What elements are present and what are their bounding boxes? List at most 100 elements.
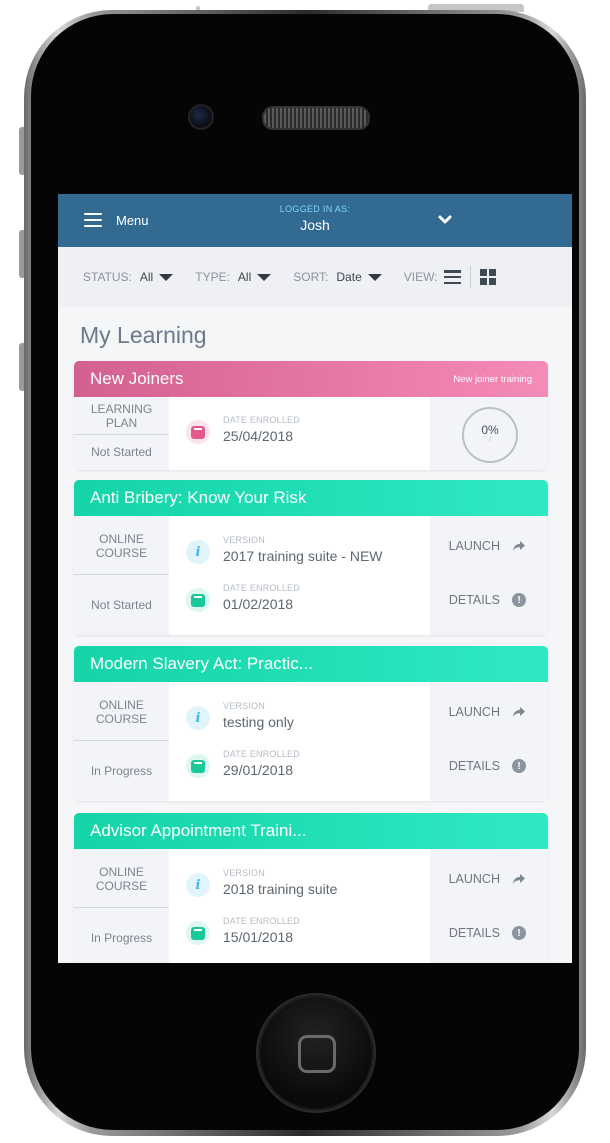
sort-filter[interactable]: SORT: Date	[293, 270, 382, 284]
details-button[interactable]: DETAILS !	[449, 759, 526, 773]
calendar-icon	[186, 420, 210, 444]
version-value: 2018 training suite	[223, 881, 338, 897]
date-caption: DATE ENROLLED	[223, 583, 300, 593]
launch-button[interactable]: LAUNCH	[449, 705, 526, 719]
card-type: ONLINE COURSE	[95, 698, 148, 726]
speaker-grille	[262, 106, 370, 130]
caret-down-icon	[257, 273, 272, 281]
meta-divider	[74, 907, 169, 908]
logged-in-block: LOGGED IN AS: Josh	[58, 204, 572, 233]
meta-divider	[74, 574, 169, 575]
details-button[interactable]: DETAILS !	[449, 926, 526, 940]
card-meta: ONLINE COURSE Not Started	[74, 516, 169, 635]
type-filter-value: All	[237, 270, 252, 284]
question-icon: !	[512, 926, 526, 940]
learning-card: Modern Slavery Act: Practic... ONLINE CO…	[74, 646, 548, 801]
status-filter-value: All	[139, 270, 154, 284]
version-row: i VERSION 2017 training suite - NEW	[186, 535, 383, 564]
card-title-text: Anti Bribery: Know Your Risk	[90, 488, 307, 507]
card-actions	[430, 682, 548, 801]
learning-card: Advisor Appointment Traini... ONLINE COU…	[74, 813, 548, 963]
card-status: Not Started	[91, 445, 152, 459]
date-enrolled-row: DATE ENROLLED 29/01/2018	[186, 749, 300, 778]
share-arrow-icon	[513, 874, 525, 884]
caret-down-icon	[367, 273, 382, 281]
caret-down-icon	[159, 273, 174, 281]
card-status: In Progress	[90, 931, 153, 945]
card-title[interactable]: New Joiners New joiner training	[74, 361, 548, 397]
filter-bar: STATUS: All TYPE: All SORT: Date VIEW:	[58, 247, 572, 307]
card-status: Not Started	[91, 598, 152, 612]
date-enrolled-row: DATE ENROLLED 01/02/2018	[186, 583, 300, 612]
date-enrolled: 25/04/2018	[223, 428, 294, 444]
status-filter-label: STATUS:	[83, 270, 132, 284]
info-icon: i	[186, 540, 210, 564]
calendar-icon	[186, 588, 210, 612]
launch-label: LAUNCH	[448, 539, 500, 553]
app-screen: Menu LOGGED IN AS: Josh STATUS: All TYPE…	[58, 194, 572, 963]
card-tag: New joiner training	[453, 374, 532, 385]
chevron-down-icon[interactable]	[438, 215, 452, 225]
launch-button[interactable]: LAUNCH	[449, 872, 526, 886]
meta-divider	[74, 740, 169, 741]
date-enrolled: 15/01/2018	[223, 929, 294, 945]
share-arrow-icon	[513, 707, 525, 717]
progress-ring: 0% /	[462, 407, 518, 463]
details-label: DETAILS	[448, 926, 500, 940]
date-enrolled-row: DATE ENROLLED 15/01/2018	[186, 916, 300, 945]
logged-in-label: LOGGED IN AS:	[279, 204, 351, 214]
version-caption: VERSION	[223, 701, 265, 711]
question-icon: !	[512, 759, 526, 773]
date-enrolled: 01/02/2018	[223, 596, 294, 612]
details-label: DETAILS	[448, 759, 500, 773]
date-enrolled-row: DATE ENROLLED 25/04/2018	[186, 415, 300, 444]
launch-button[interactable]: LAUNCH	[449, 539, 526, 553]
card-title[interactable]: Advisor Appointment Traini...	[74, 813, 548, 849]
version-caption: VERSION	[223, 868, 265, 878]
launch-label: LAUNCH	[448, 705, 500, 719]
home-square-icon	[298, 1035, 336, 1073]
card-title[interactable]: Anti Bribery: Know Your Risk	[74, 480, 548, 516]
launch-label: LAUNCH	[448, 872, 500, 886]
meta-divider	[74, 434, 169, 435]
sort-filter-value: Date	[336, 270, 362, 284]
card-title-text: Modern Slavery Act: Practic...	[90, 654, 313, 673]
card-title[interactable]: Modern Slavery Act: Practic...	[74, 646, 548, 682]
top-bar: Menu LOGGED IN AS: Josh	[58, 194, 572, 247]
details-button[interactable]: DETAILS !	[449, 593, 526, 607]
view-label: VIEW:	[403, 270, 438, 284]
share-arrow-icon	[513, 541, 525, 551]
question-icon: !	[512, 593, 526, 607]
sort-filter-label: SORT:	[293, 270, 329, 284]
list-view-icon[interactable]	[443, 270, 461, 284]
version-row: i VERSION 2018 training suite	[186, 868, 337, 897]
card-type: LEARNING PLAN	[90, 402, 153, 430]
status-filter[interactable]: STATUS: All	[83, 270, 174, 284]
version-row: i VERSION testing only	[186, 701, 294, 730]
calendar-icon	[186, 921, 210, 945]
progress-tick: /	[488, 435, 492, 444]
details-label: DETAILS	[448, 593, 500, 607]
card-title-text: Advisor Appointment Traini...	[90, 821, 307, 840]
type-filter[interactable]: TYPE: All	[195, 270, 272, 284]
type-filter-label: TYPE:	[195, 270, 230, 284]
home-button[interactable]	[258, 995, 374, 1111]
grid-view-icon[interactable]	[479, 269, 496, 285]
card-type: ONLINE COURSE	[95, 865, 148, 893]
version-caption: VERSION	[223, 535, 265, 545]
card-meta: ONLINE COURSE In Progress	[74, 682, 169, 801]
card-meta: LEARNING PLAN Not Started	[74, 397, 169, 470]
calendar-icon	[186, 754, 210, 778]
user-name: Josh	[300, 217, 330, 233]
camera-icon	[188, 104, 214, 130]
card-actions	[430, 849, 548, 963]
info-icon: i	[186, 873, 210, 897]
card-type: ONLINE COURSE	[95, 532, 148, 560]
version-value: 2017 training suite - NEW	[223, 548, 383, 564]
date-enrolled: 29/01/2018	[223, 762, 294, 778]
version-value: testing only	[223, 714, 294, 730]
learning-card: New Joiners New joiner training LEARNING…	[74, 361, 548, 470]
date-caption: DATE ENROLLED	[223, 916, 300, 926]
card-meta: ONLINE COURSE In Progress	[74, 849, 169, 963]
date-caption: DATE ENROLLED	[223, 749, 300, 759]
